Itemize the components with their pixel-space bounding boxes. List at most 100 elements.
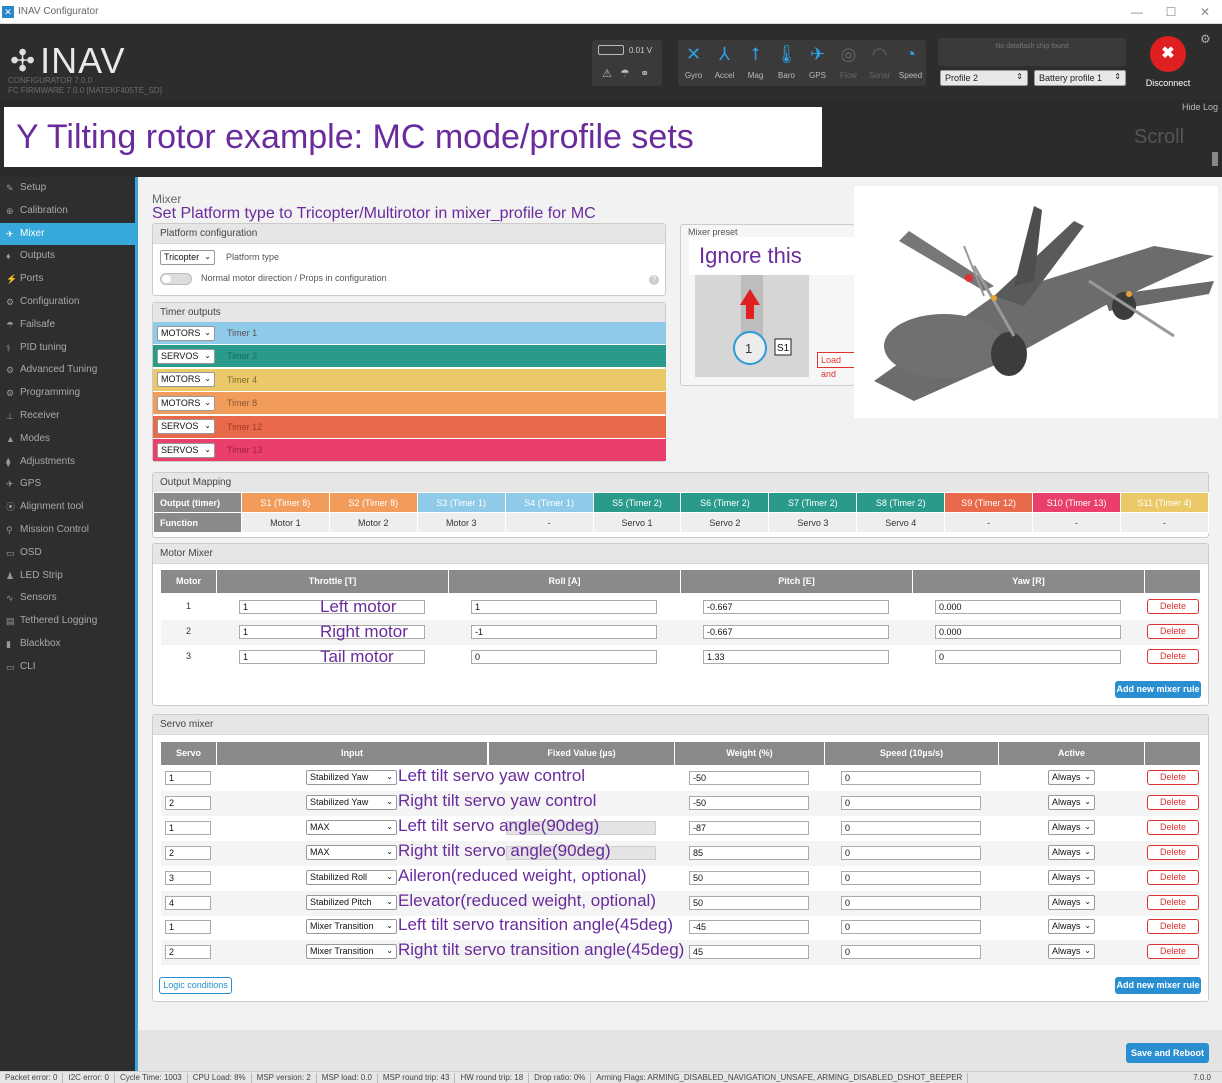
- logic-conditions-button[interactable]: Logic conditions: [159, 977, 232, 994]
- sidebar-item-sensors[interactable]: ∿ Sensors: [0, 587, 135, 610]
- servo-weight-input[interactable]: 50: [689, 895, 809, 910]
- motor-pitch-input[interactable]: 1.33: [703, 650, 889, 664]
- servo-weight-input[interactable]: -45: [689, 920, 809, 935]
- servo-speed-input[interactable]: 0: [841, 771, 981, 785]
- servo-number-input[interactable]: 2: [165, 795, 211, 810]
- sidebar-item-setup[interactable]: ✎ Setup: [0, 177, 135, 200]
- delete-button[interactable]: Delete: [1147, 919, 1199, 935]
- sidebar-item-tethered-logging[interactable]: ▤ Tethered Logging: [0, 610, 135, 633]
- sidebar-item-cli[interactable]: ▭ CLI: [0, 656, 135, 679]
- servo-weight-input[interactable]: 45: [689, 945, 809, 960]
- delete-button[interactable]: Delete: [1147, 844, 1199, 860]
- scroll-toggle[interactable]: Scroll: [1134, 126, 1184, 149]
- servo-active-select[interactable]: Always ⌄: [1048, 869, 1095, 885]
- motor-pitch-input[interactable]: -0.667: [703, 625, 889, 639]
- motor-yaw-input[interactable]: 0.000: [935, 625, 1121, 639]
- servo-weight-input[interactable]: 50: [689, 870, 809, 885]
- servo-number-input[interactable]: 1: [165, 771, 211, 785]
- servo-weight-input[interactable]: 85: [689, 845, 809, 860]
- servo-active-select[interactable]: Always ⌄: [1048, 919, 1095, 935]
- motor-yaw-input[interactable]: 0: [935, 650, 1121, 664]
- help-icon[interactable]: ?: [649, 275, 659, 285]
- sidebar-item-advanced-tuning[interactable]: ⚙ Advanced Tuning: [0, 359, 135, 382]
- disconnect-button[interactable]: ✖ Disconnect: [1142, 36, 1194, 88]
- sidebar-item-blackbox[interactable]: ▮ Blackbox: [0, 633, 135, 656]
- servo-input-select[interactable]: Stabilized Roll ⌄: [306, 869, 397, 885]
- servo-speed-input[interactable]: 0: [841, 870, 981, 885]
- timer-mode-select[interactable]: SERVOS ⌄: [157, 348, 215, 364]
- servo-input-select[interactable]: Stabilized Pitch ⌄: [306, 894, 397, 910]
- sidebar-item-alignment-tool[interactable]: ⦿ Alignment tool: [0, 496, 135, 519]
- sidebar-item-modes[interactable]: ▲ Modes: [0, 428, 135, 451]
- delete-button[interactable]: Delete: [1147, 599, 1199, 614]
- platform-type-select[interactable]: Tricopter ⌄: [160, 250, 215, 265]
- servo-number-input[interactable]: 1: [165, 820, 211, 835]
- add-servo-rule-button[interactable]: Add new mixer rule: [1115, 977, 1201, 994]
- save-and-reboot-button[interactable]: Save and Reboot: [1126, 1043, 1209, 1063]
- servo-speed-input[interactable]: 0: [841, 920, 981, 935]
- timer-mode-select[interactable]: MOTORS ⌄: [157, 325, 215, 341]
- load-preset-button[interactable]: Load and: [817, 352, 857, 379]
- servo-weight-input[interactable]: -50: [689, 795, 809, 810]
- settings-gear-icon[interactable]: ⚙: [1200, 32, 1211, 46]
- servo-input-select[interactable]: MAX ⌄: [306, 844, 397, 860]
- motor-yaw-input[interactable]: 0.000: [935, 600, 1121, 614]
- sidebar-item-led-strip[interactable]: ♟ LED Strip: [0, 565, 135, 588]
- motor-roll-input[interactable]: 1: [471, 600, 657, 614]
- servo-active-select[interactable]: Always ⌄: [1048, 819, 1095, 835]
- servo-active-select[interactable]: Always ⌄: [1048, 894, 1095, 910]
- motor-direction-toggle[interactable]: [160, 273, 192, 285]
- servo-active-select[interactable]: Always ⌄: [1048, 794, 1095, 810]
- servo-input-select[interactable]: Stabilized Yaw ⌄: [306, 794, 397, 810]
- servo-number-input[interactable]: 2: [165, 945, 211, 960]
- hide-log-link[interactable]: Hide Log: [1182, 102, 1218, 112]
- delete-button[interactable]: Delete: [1147, 624, 1199, 639]
- servo-number-input[interactable]: 3: [165, 870, 211, 885]
- timer-mode-select[interactable]: SERVOS ⌄: [157, 419, 215, 435]
- servo-input-select[interactable]: Mixer Transition ⌄: [306, 919, 397, 935]
- sidebar-item-adjustments[interactable]: ⧫ Adjustments: [0, 451, 135, 474]
- servo-number-input[interactable]: 1: [165, 920, 211, 935]
- delete-button[interactable]: Delete: [1147, 819, 1199, 835]
- sidebar-item-mission-control[interactable]: ⚲ Mission Control: [0, 519, 135, 542]
- close-button[interactable]: ✕: [1188, 0, 1222, 24]
- sidebar-item-programming[interactable]: ⚙ Programming: [0, 382, 135, 405]
- servo-speed-input[interactable]: 0: [841, 945, 981, 960]
- sidebar-item-ports[interactable]: ⚡ Ports: [0, 268, 135, 291]
- servo-number-input[interactable]: 4: [165, 895, 211, 910]
- servo-active-select[interactable]: Always ⌄: [1048, 844, 1095, 860]
- delete-button[interactable]: Delete: [1147, 649, 1199, 664]
- battery-profile-select[interactable]: Battery profile 1 ⇕: [1034, 70, 1126, 86]
- sidebar-item-pid-tuning[interactable]: ⚕ PID tuning: [0, 337, 135, 360]
- servo-active-select[interactable]: Always ⌄: [1048, 770, 1095, 785]
- sidebar-item-osd[interactable]: ▭ OSD: [0, 542, 135, 565]
- delete-button[interactable]: Delete: [1147, 944, 1199, 960]
- servo-speed-input[interactable]: 0: [841, 820, 981, 835]
- servo-input-select[interactable]: MAX ⌄: [306, 819, 397, 835]
- minimize-button[interactable]: —: [1120, 0, 1154, 24]
- delete-button[interactable]: Delete: [1147, 869, 1199, 885]
- sidebar-item-mixer[interactable]: ✈ Mixer: [0, 222, 135, 246]
- sidebar-item-configuration[interactable]: ⚙ Configuration: [0, 291, 135, 314]
- log-scrollbar[interactable]: [1212, 152, 1218, 166]
- timer-mode-select[interactable]: MOTORS ⌄: [157, 372, 215, 388]
- sidebar-item-failsafe[interactable]: ☂ Failsafe: [0, 314, 135, 337]
- servo-speed-input[interactable]: 0: [841, 895, 981, 910]
- delete-button[interactable]: Delete: [1147, 794, 1199, 810]
- servo-number-input[interactable]: 2: [165, 845, 211, 860]
- motor-roll-input[interactable]: -1: [471, 625, 657, 639]
- servo-weight-input[interactable]: -87: [689, 820, 809, 835]
- add-motor-rule-button[interactable]: Add new mixer rule: [1115, 681, 1201, 698]
- delete-button[interactable]: Delete: [1147, 894, 1199, 910]
- servo-input-select[interactable]: Mixer Transition ⌄: [306, 944, 397, 960]
- servo-speed-input[interactable]: 0: [841, 845, 981, 860]
- sidebar-item-outputs[interactable]: ♦ Outputs: [0, 245, 135, 268]
- sidebar-item-gps[interactable]: ✈ GPS: [0, 473, 135, 496]
- delete-button[interactable]: Delete: [1147, 770, 1199, 785]
- servo-input-select[interactable]: Stabilized Yaw ⌄: [306, 770, 397, 785]
- sidebar-item-receiver[interactable]: ⊥ Receiver: [0, 405, 135, 428]
- profile-select[interactable]: Profile 2 ⇕: [940, 70, 1028, 86]
- sidebar-item-calibration[interactable]: ⊕ Calibration: [0, 200, 135, 223]
- motor-roll-input[interactable]: 0: [471, 650, 657, 664]
- servo-speed-input[interactable]: 0: [841, 795, 981, 810]
